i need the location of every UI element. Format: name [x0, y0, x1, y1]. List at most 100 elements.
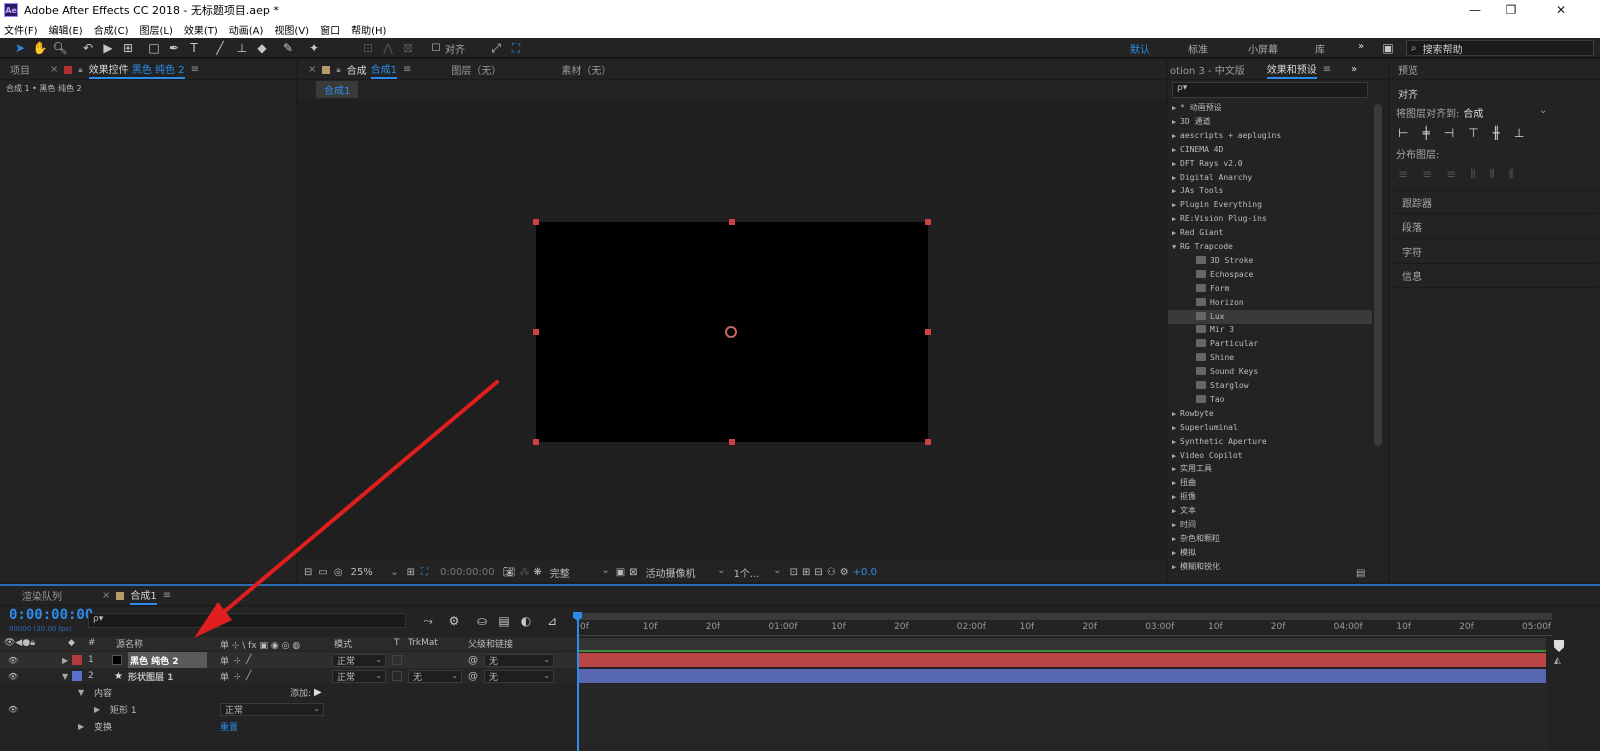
- collapsed-triangle-icon[interactable]: ▶: [1172, 157, 1180, 171]
- collapse-switch-icon[interactable]: ⊹: [234, 652, 241, 668]
- layer-mode-select[interactable]: 正常 ⌄: [332, 653, 386, 667]
- pickwhip-icon[interactable]: @: [468, 668, 478, 684]
- graph-editor-icon[interactable]: ⊿: [544, 613, 560, 629]
- effect-category-item[interactable]: ▶ 实用工具: [1172, 462, 1212, 476]
- distribute-vcenter-icon[interactable]: ≡: [1422, 167, 1432, 182]
- collapsed-triangle-icon[interactable]: ▶: [1172, 504, 1180, 518]
- rectangle-tool-icon[interactable]: □: [146, 40, 162, 56]
- tab-effects-presets[interactable]: 效果和预设 ≡: [1265, 60, 1333, 80]
- effect-category-item[interactable]: ▶ 扭曲: [1172, 476, 1196, 490]
- brush-tool-icon[interactable]: ╱: [212, 40, 228, 56]
- effect-category-item[interactable]: ▶ 抠像: [1172, 490, 1196, 504]
- transform-handle[interactable]: [729, 219, 735, 225]
- clone-stamp-tool-icon[interactable]: ⊥: [234, 40, 250, 56]
- menu-help[interactable]: 帮助(H): [351, 22, 386, 37]
- collapsed-triangle-icon[interactable]: ▶: [1172, 546, 1180, 560]
- menu-composition[interactable]: 合成(C): [94, 22, 129, 37]
- quality-switch-icon[interactable]: ╱: [246, 652, 251, 668]
- views-select[interactable]: 1个... ⌄: [734, 565, 782, 580]
- type-tool-icon[interactable]: T: [186, 40, 202, 56]
- effect-item[interactable]: Sound Keys: [1196, 365, 1258, 379]
- transform-handle[interactable]: [533, 219, 539, 225]
- shy-switch-icon[interactable]: 单: [220, 668, 229, 684]
- tab-timeline-comp[interactable]: × 合成1 ≡: [92, 586, 181, 606]
- more-panels-icon[interactable]: »: [1351, 64, 1357, 75]
- collapsed-triangle-icon[interactable]: ▶: [1172, 435, 1180, 449]
- collapsed-triangle-icon[interactable]: ▶: [1172, 101, 1180, 115]
- color-channels-icon[interactable]: ❋: [533, 567, 541, 578]
- layer-duration-bar[interactable]: [578, 669, 1546, 683]
- collapsed-triangle-icon[interactable]: ▶: [1172, 421, 1180, 435]
- quality-switch-icon[interactable]: ╱: [246, 668, 251, 684]
- section-info[interactable]: 信息: [1394, 264, 1598, 288]
- distribute-left-icon[interactable]: ⦀: [1470, 167, 1475, 182]
- align-top-icon[interactable]: ⊤: [1468, 126, 1478, 140]
- reset-exposure-icon[interactable]: ⚙: [840, 567, 849, 578]
- distribute-right-icon[interactable]: ⦀: [1509, 167, 1514, 182]
- close-icon[interactable]: ✕: [1538, 0, 1584, 20]
- puppet-pin-tool-icon[interactable]: ✦: [306, 40, 322, 56]
- tab-effect-controls[interactable]: × 🔒︎ 效果控件 黑色 纯色 2 ≡: [40, 60, 209, 80]
- expand-triangle-icon[interactable]: ▶: [62, 652, 68, 668]
- expand-triangle-icon[interactable]: ▶: [94, 701, 100, 717]
- transform-reset-link[interactable]: 重置: [220, 718, 238, 734]
- region-of-interest-icon[interactable]: ▣: [616, 567, 625, 578]
- effect-item[interactable]: 3D Stroke: [1196, 254, 1253, 268]
- effect-category-item[interactable]: ▼ RG Trapcode: [1172, 240, 1233, 254]
- tab-render-queue[interactable]: 渲染队列: [0, 586, 72, 606]
- effect-category-item[interactable]: ▶ DFT Rays v2.0: [1172, 157, 1243, 171]
- trkmat-select[interactable]: 无 ⌄: [408, 669, 462, 683]
- layer-name[interactable]: 黑色 纯色 2: [128, 652, 207, 668]
- close-tab-icon[interactable]: ×: [308, 64, 316, 75]
- transform-handle[interactable]: [925, 219, 931, 225]
- effect-item[interactable]: Mir 3: [1196, 323, 1234, 337]
- collapsed-triangle-icon[interactable]: ▶: [1172, 115, 1180, 129]
- effect-category-item[interactable]: ▶ Plugin Everything: [1172, 198, 1262, 212]
- layer-mode-select[interactable]: 正常 ⌄: [332, 669, 386, 683]
- collapsed-triangle-icon[interactable]: ▶: [1172, 449, 1180, 463]
- collapsed-triangle-icon[interactable]: ▶: [1172, 518, 1180, 532]
- distribute-bottom-icon[interactable]: ≡: [1446, 167, 1456, 182]
- panel-menu-icon[interactable]: ≡: [163, 590, 171, 601]
- timeline-timecode[interactable]: 0:00:00:00: [9, 607, 93, 623]
- eye-icon[interactable]: 👁︎: [8, 668, 18, 684]
- world-axis-icon[interactable]: ⋀: [380, 40, 396, 56]
- effect-item[interactable]: Shine: [1196, 351, 1234, 365]
- effect-category-item[interactable]: ▶ Superluminal: [1172, 421, 1238, 435]
- effect-category-item[interactable]: ▶ Video Copilot: [1172, 449, 1243, 463]
- layer-row[interactable]: 👁︎ ▼ 2 ★ 形状图层 1 单 ⊹ ╱ 正常 ⌄ 无 ⌄ @ 无 ⌄: [0, 668, 578, 684]
- transform-handle[interactable]: [533, 329, 539, 335]
- align-vcenter-icon[interactable]: ╫: [1493, 126, 1500, 140]
- collapse-switch-icon[interactable]: ⊹: [234, 668, 241, 684]
- align-to-select[interactable]: 合成 ⌄: [1463, 105, 1547, 120]
- pan-behind-tool-icon[interactable]: ⊞: [120, 40, 136, 56]
- effect-category-item[interactable]: ▶ Synthetic Aperture: [1172, 435, 1267, 449]
- workspace-standard[interactable]: 标准: [1188, 41, 1208, 56]
- collapsed-triangle-icon[interactable]: ▶: [1172, 462, 1180, 476]
- pickwhip-icon[interactable]: @: [468, 652, 478, 668]
- close-tab-icon[interactable]: ×: [102, 590, 110, 601]
- maximize-icon[interactable]: ❐: [1488, 0, 1534, 20]
- eraser-tool-icon[interactable]: ◆: [254, 40, 270, 56]
- fast-preview-icon[interactable]: ⊞: [802, 567, 810, 578]
- collapsed-triangle-icon[interactable]: ▶: [1172, 129, 1180, 143]
- toggle-transparency-icon[interactable]: ⊠: [629, 567, 637, 578]
- camera-tool-icon[interactable]: ▶: [100, 40, 116, 56]
- effect-category-item[interactable]: ▶ 杂色和颗粒: [1172, 532, 1220, 546]
- timeline-toggle-icon[interactable]: ⊟: [814, 567, 822, 578]
- menu-layer[interactable]: 图层(L): [139, 22, 172, 37]
- parent-select[interactable]: 无 ⌄: [484, 653, 554, 667]
- tab-footage[interactable]: 素材（无）: [551, 60, 621, 80]
- workspace-library[interactable]: 库: [1315, 41, 1325, 56]
- effect-category-item[interactable]: ▶ 文本: [1172, 504, 1196, 518]
- flowchart-icon[interactable]: ⚇: [827, 567, 836, 578]
- transform-handle[interactable]: [533, 439, 539, 445]
- local-axis-icon[interactable]: ⊡: [360, 40, 376, 56]
- section-character[interactable]: 字符: [1394, 240, 1598, 264]
- expand-triangle-icon[interactable]: ▶: [78, 718, 84, 734]
- effect-item[interactable]: Form: [1196, 282, 1229, 296]
- effect-category-item[interactable]: ▶ Rowbyte: [1172, 407, 1214, 421]
- layer-label-color[interactable]: [72, 671, 82, 681]
- align-hcenter-icon[interactable]: ╪: [1422, 126, 1429, 140]
- add-menu-icon[interactable]: ▶: [314, 684, 322, 700]
